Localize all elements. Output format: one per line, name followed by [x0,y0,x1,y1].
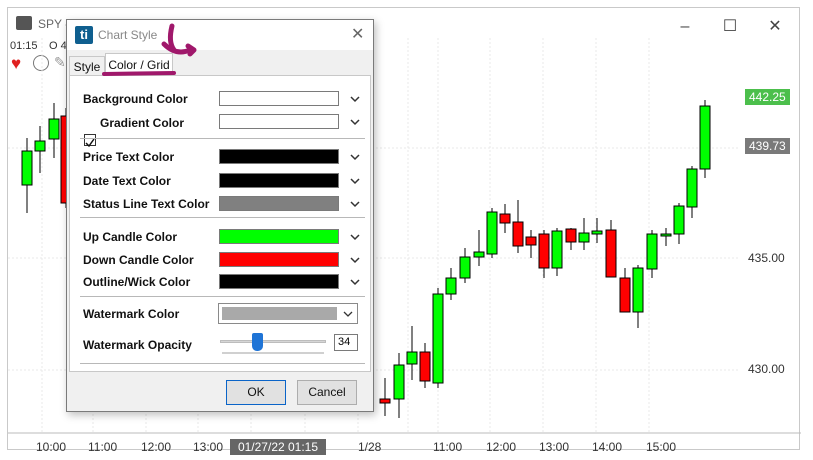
opacity-slider-thumb[interactable] [252,333,263,351]
down-candle-color-swatch[interactable] [219,252,339,267]
slider-ticks [222,352,324,357]
checkmark-icon [85,138,95,148]
outline-wick-color-swatch[interactable] [219,274,339,289]
chevron-down-icon[interactable] [349,276,361,288]
price-label: 430.00 [748,362,785,376]
cancel-button[interactable]: Cancel [297,380,357,405]
chevron-down-icon[interactable] [349,116,361,128]
candle-body [619,277,631,313]
candle-body [605,229,617,278]
time-label: 13:00 [193,440,224,454]
divider [80,363,365,364]
candle-body [34,140,46,152]
up-candle-color-swatch[interactable] [219,229,339,244]
chevron-down-icon[interactable] [349,93,361,105]
chevron-down-icon[interactable] [349,175,361,187]
candle-body [699,105,711,170]
chevron-down-icon[interactable] [349,254,361,266]
outline-wick-color-label: Outline/Wick Color [83,275,191,289]
candle-body [406,351,418,365]
watermark-color-label: Watermark Color [83,307,180,321]
candle-body [499,213,511,224]
app-logo-icon: ti [75,26,93,44]
color-grid-panel: Background Color Gradient Color Price Te… [69,75,371,372]
time-label: 11:00 [433,440,463,454]
time-cursor-badge: 01/27/22 01:15 [230,439,326,455]
chevron-down-icon[interactable] [349,231,361,243]
time-label: 13:00 [539,440,570,454]
gradient-color-swatch[interactable] [219,114,339,129]
divider [80,296,365,297]
time-label: 11:00 [88,440,118,454]
candle-body [686,168,698,208]
background-color-swatch[interactable] [219,91,339,106]
candle-body [21,150,33,186]
candle-body [459,256,471,279]
dialog-title: Chart Style [98,28,158,42]
dialog-titlebar[interactable]: ti Chart Style ✕ [67,20,373,50]
price-label: 435.00 [748,251,785,265]
candle-body [565,228,577,243]
date-text-color-label: Date Text Color [83,174,171,188]
candle-body [379,398,391,404]
time-label: 14:00 [592,440,623,454]
divider [80,138,365,139]
status-line-text-color-swatch[interactable] [219,196,339,211]
date-text-color-swatch[interactable] [219,173,339,188]
time-label: 1/28 [358,440,382,454]
candle-body [660,233,672,237]
time-label: 10:00 [36,440,67,454]
price-text-color-swatch[interactable] [219,149,339,164]
candle-body [48,118,60,140]
down-candle-color-label: Down Candle Color [83,253,194,267]
crosshair-price-badge: 439.73 [745,138,790,154]
annotation-underline [102,71,176,76]
candle-body [525,236,537,246]
time-label: 12:00 [486,440,517,454]
candle-body [646,233,658,270]
candle-body [538,233,550,269]
close-icon[interactable]: ✕ [351,24,364,44]
opacity-slider-track[interactable] [220,340,326,343]
candle-body [473,251,485,258]
time-label: 15:00 [646,440,677,454]
price-text-color-label: Price Text Color [83,150,175,164]
candle-body [578,232,590,243]
current-price-badge: 442.25 [745,89,790,105]
candle-body [486,211,498,255]
candle-body [445,277,457,295]
candle-body [632,267,644,313]
divider [80,217,365,218]
background-color-label: Background Color [83,92,188,106]
watermark-color-fill [222,307,337,320]
gradient-checkbox[interactable] [84,134,96,148]
watermark-opacity-label: Watermark Opacity [83,338,192,352]
chevron-down-icon[interactable] [349,151,361,163]
candle-body [432,293,444,384]
candle-body [551,230,563,269]
status-line-text-color-label: Status Line Text Color [83,197,210,211]
candle-body [419,351,431,382]
candle-body [591,230,603,235]
ok-button[interactable]: OK [226,380,286,405]
watermark-color-select[interactable] [218,303,358,324]
up-candle-color-label: Up Candle Color [83,230,178,244]
gradient-color-label: Gradient Color [100,116,185,130]
candle-body [512,221,524,247]
candle-body [673,205,685,235]
candle-body [393,364,405,400]
time-label: 12:00 [141,440,172,454]
chevron-down-icon[interactable] [349,198,361,210]
opacity-value-field[interactable]: 34 [334,334,358,351]
chevron-down-icon [343,311,353,317]
